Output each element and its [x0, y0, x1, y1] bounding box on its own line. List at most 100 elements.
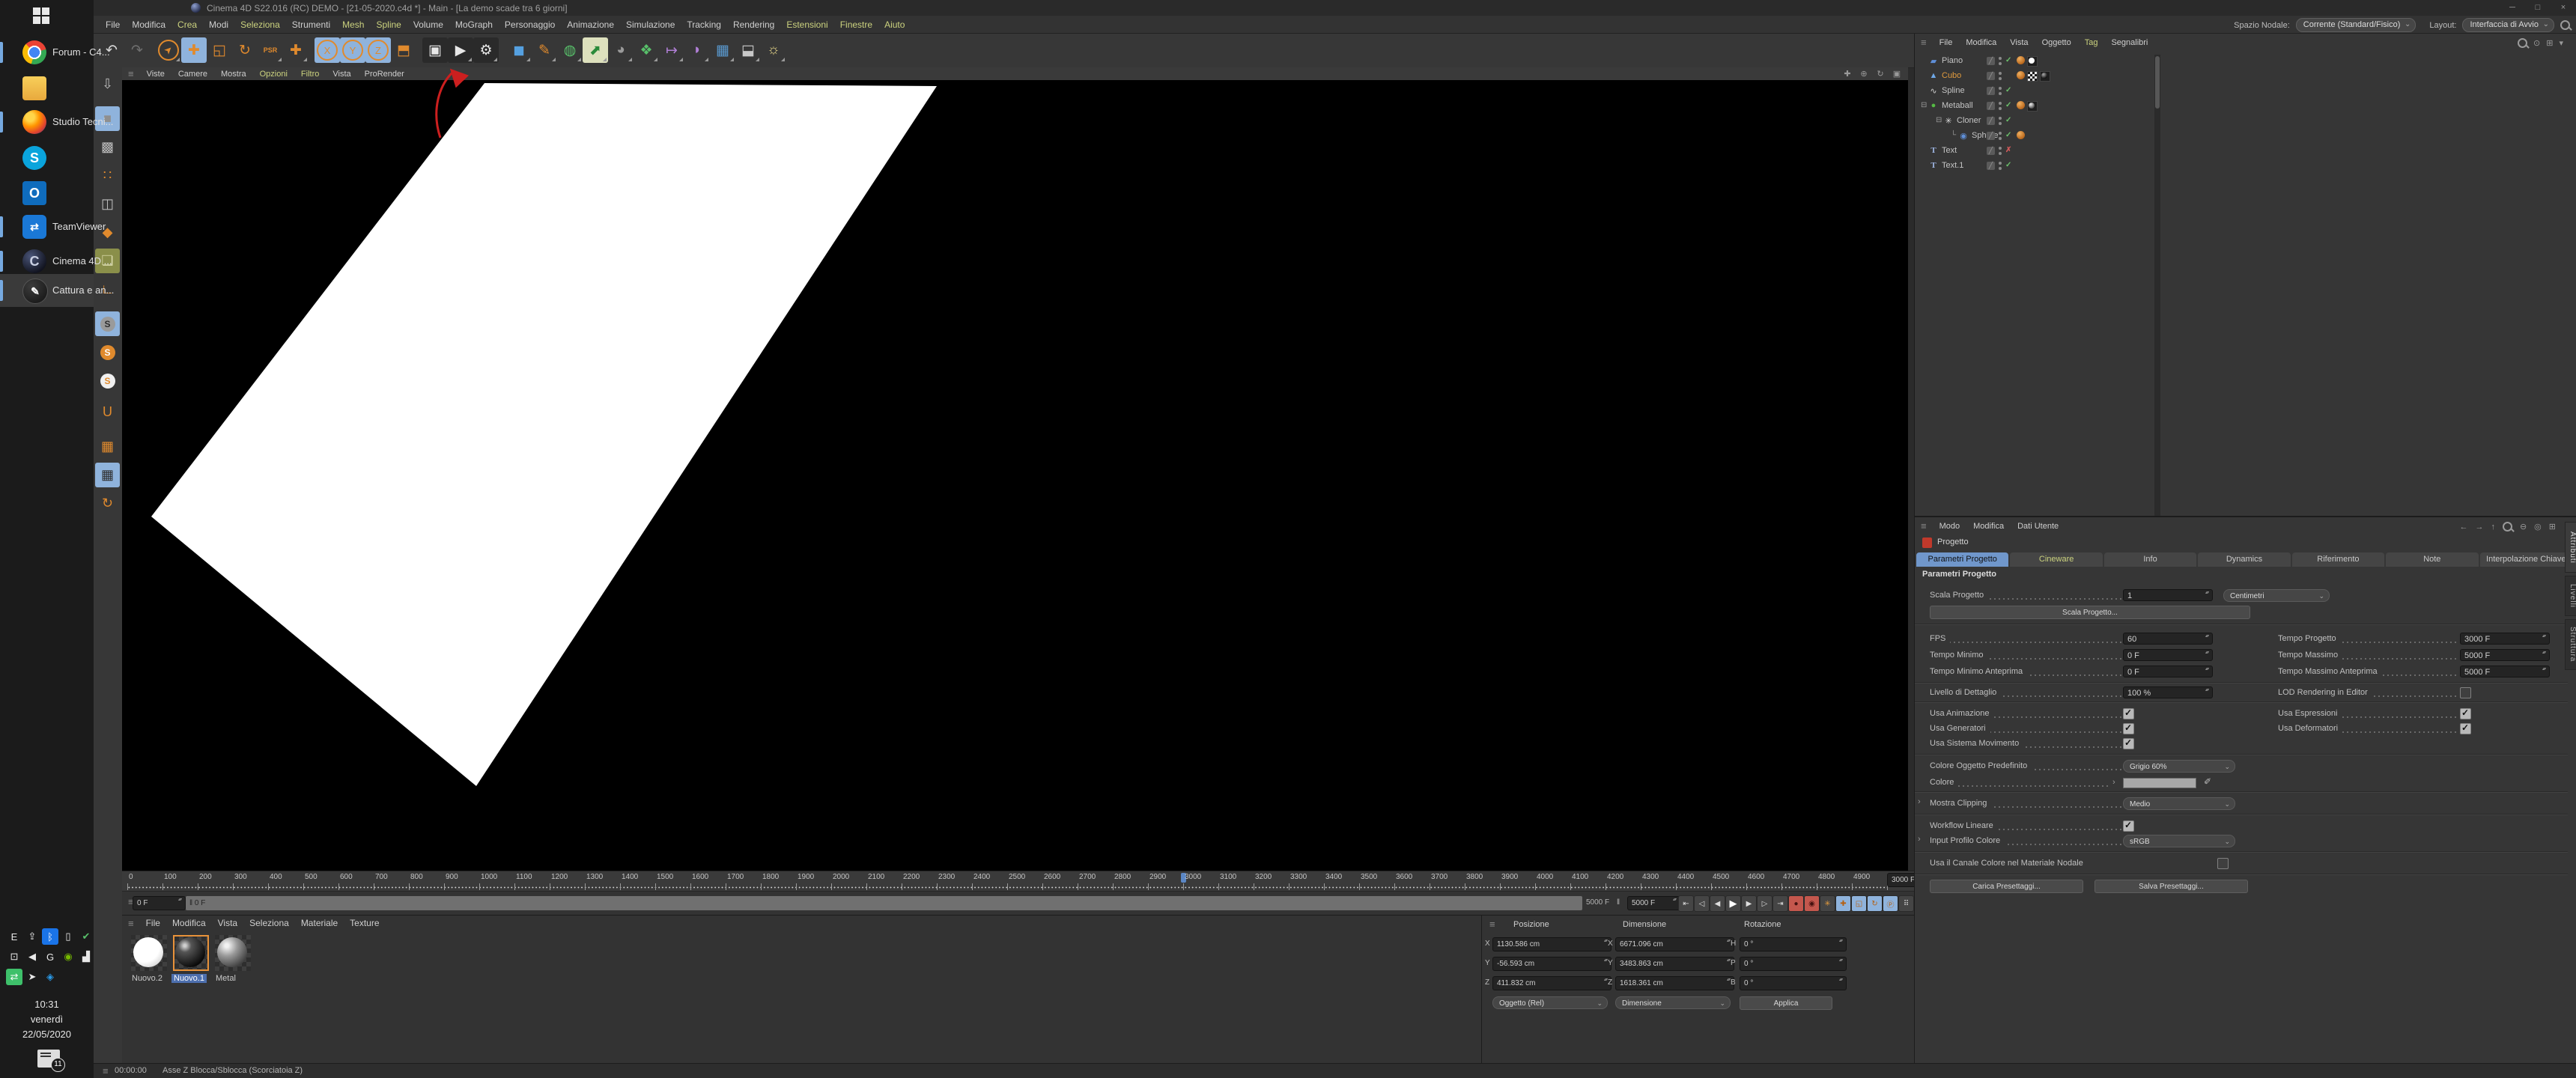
salva-presettaggi-button[interactable]: Salva Presettaggi...: [2094, 880, 2248, 893]
pos-x-field[interactable]: 1130.586 cm: [1492, 937, 1611, 951]
taskbar-clock[interactable]: 10:31 venerdì 22/05/2020: [0, 997, 94, 1042]
object-manager-menu-oggetto[interactable]: Oggetto: [2035, 38, 2078, 47]
enabled-toggle[interactable]: ✓: [2005, 56, 2011, 64]
panel-icon[interactable]: ⊞: [2546, 38, 2553, 48]
object-manager-menu-file[interactable]: File: [1933, 38, 1960, 47]
modeling-objects-button[interactable]: ◕: [608, 37, 634, 63]
enabled-toggle[interactable]: ✓: [2005, 116, 2011, 124]
tex-checker-tag-icon[interactable]: [2027, 71, 2038, 82]
keyframe-presets-button[interactable]: ✳: [1820, 895, 1835, 912]
menubar-item-tracking[interactable]: Tracking: [681, 19, 727, 30]
lock-x-axis-toggle[interactable]: X: [315, 37, 340, 63]
usa-canale-colore-checkbox[interactable]: [2217, 858, 2229, 869]
taskbar-app-teamviewer[interactable]: ⇄TeamViewer: [0, 210, 94, 243]
keyframe-rotation-toggle[interactable]: ↻: [1867, 895, 1883, 912]
subdivision-surface-button[interactable]: ◍: [557, 37, 583, 63]
menubar-item-crea[interactable]: Crea: [171, 19, 203, 30]
viewport-menu-prorender[interactable]: ProRender: [358, 70, 411, 79]
range-end-field[interactable]: 5000 F: [1627, 896, 1680, 910]
texture-mode-button[interactable]: ▩: [95, 135, 120, 159]
notification-center-icon[interactable]: 11: [37, 1050, 60, 1068]
menubar-item-file[interactable]: File: [100, 19, 126, 30]
transform-tool[interactable]: ✚: [283, 37, 309, 63]
minimize-button[interactable]: ─: [2500, 0, 2525, 16]
edge-mode-button[interactable]: ◫: [95, 192, 120, 216]
menubar-item-animazione[interactable]: Animazione: [561, 19, 620, 30]
tex-white-tag-icon[interactable]: [2027, 56, 2038, 67]
tempo-minimo-anteprima-field[interactable]: 0 F: [2123, 666, 2213, 677]
last-used-tool-psr[interactable]: PSR: [258, 37, 283, 63]
tab-info[interactable]: Info: [2104, 552, 2196, 567]
expand-chevron-icon[interactable]: ›: [1918, 835, 1921, 844]
fps-field[interactable]: 60: [2123, 633, 2213, 645]
nvidia-icon[interactable]: ◉: [60, 948, 76, 965]
layout-dropdown[interactable]: Interfaccia di Avvio: [2462, 18, 2554, 32]
dim-x-field[interactable]: 6671.096 cm: [1615, 937, 1734, 951]
expander-icon[interactable]: ⊟: [1936, 116, 1942, 124]
eyedropper-icon[interactable]: ✐: [2204, 776, 2211, 787]
panel-grip-icon[interactable]: ≡: [97, 1065, 115, 1077]
menubar-item-seleziona[interactable]: Seleziona: [234, 19, 286, 30]
tab-parametri-progetto[interactable]: Parametri Progetto: [1916, 552, 2008, 567]
tab-interpolazione-chiave[interactable]: Interpolazione Chiave: [2480, 552, 2572, 567]
layer-toggle[interactable]: ╱: [1987, 57, 1995, 65]
pointer-icon[interactable]: ➤: [24, 969, 40, 985]
object-row-metaball[interactable]: ⊟●Metaball╱✓: [1921, 100, 2565, 114]
bluetooth-icon[interactable]: ᛒ: [42, 928, 58, 945]
attribute-menu-modifica[interactable]: Modifica: [1966, 522, 2011, 531]
menubar-item-mesh[interactable]: Mesh: [336, 19, 370, 30]
tempo-minimo-field[interactable]: 0 F: [2123, 649, 2213, 661]
apply-button[interactable]: Applica: [1740, 996, 1832, 1010]
field-objects-button[interactable]: ◗: [684, 37, 710, 63]
visibility-dots[interactable]: [1999, 117, 2002, 126]
new-panel-icon[interactable]: ⊞: [2549, 522, 2556, 532]
object-manager-menu-vista[interactable]: Vista: [2003, 38, 2035, 47]
material-thumb-nuovo-2[interactable]: [131, 935, 167, 971]
phong-tag-icon[interactable]: [2017, 131, 2025, 139]
layer-toggle[interactable]: ╱: [1987, 117, 1995, 125]
tab-note[interactable]: Note: [2386, 552, 2478, 567]
workplane-button[interactable]: ▦: [95, 434, 120, 459]
material-label[interactable]: Nuovo.1: [171, 974, 207, 983]
object-row-text[interactable]: TText╱✗: [1921, 144, 2565, 159]
autokeying-button[interactable]: ◉: [1804, 895, 1820, 912]
object-row-cloner[interactable]: ⊟✳Cloner╱✓: [1921, 115, 2565, 129]
scala-progetto-button[interactable]: Scala Progetto...: [1930, 606, 2250, 619]
rot-b-field[interactable]: 0 °: [1740, 976, 1847, 990]
visibility-dots[interactable]: [1999, 87, 2002, 96]
materials-menu-materiale[interactable]: Materiale: [295, 918, 344, 928]
go-to-next-key-button[interactable]: ▷: [1757, 895, 1772, 912]
range-start-handle[interactable]: ‖: [189, 899, 195, 907]
generator-button[interactable]: ⬈: [583, 37, 608, 63]
search-icon[interactable]: [2518, 38, 2527, 48]
enabled-toggle[interactable]: ✓: [2005, 86, 2011, 94]
start-button[interactable]: [33, 7, 49, 24]
viewport-menu-mostra[interactable]: Mostra: [214, 70, 253, 79]
livello-dettaglio-field[interactable]: 100 %: [2123, 686, 2213, 698]
menubar-item-modifica[interactable]: Modifica: [126, 19, 171, 30]
phong-tag-icon[interactable]: [2017, 71, 2025, 79]
go-to-previous-frame-button[interactable]: ◀: [1710, 895, 1725, 912]
play-button[interactable]: ▶: [1725, 895, 1741, 912]
dimension-mode-dropdown[interactable]: Dimensione: [1615, 996, 1731, 1009]
expand-chevron-icon[interactable]: ›: [1918, 797, 1921, 806]
menubar-item-volume[interactable]: Volume: [407, 19, 449, 30]
panel-grip-icon[interactable]: ≡: [1915, 520, 1933, 532]
panel-grip-icon[interactable]: ≡: [122, 918, 140, 929]
viewport-menu-viste[interactable]: Viste: [140, 70, 171, 79]
search-icon[interactable]: [2560, 20, 2570, 30]
tab-cineware[interactable]: Cineware: [2010, 552, 2102, 567]
menubar-item-finestre[interactable]: Finestre: [834, 19, 878, 30]
viewport-menu-camere[interactable]: Camere: [171, 70, 214, 79]
record-keyframe-button[interactable]: ●: [1788, 895, 1804, 912]
viewport-menu-opzioni[interactable]: Opzioni: [253, 70, 294, 79]
usa-espressioni-checkbox[interactable]: [2460, 708, 2471, 719]
enable-snap-button[interactable]: U: [95, 400, 120, 424]
logitech-icon[interactable]: G: [42, 948, 58, 965]
layer-toggle[interactable]: ╱: [1987, 87, 1995, 95]
go-to-end-button[interactable]: ⇥: [1772, 895, 1788, 912]
scala-progetto-field[interactable]: 1: [2123, 589, 2213, 601]
keyframe-parameter-toggle[interactable]: Ⓟ: [1883, 895, 1898, 912]
scala-unit-dropdown[interactable]: Centimetri: [2223, 589, 2330, 602]
mostra-clipping-dropdown[interactable]: Medio: [2123, 797, 2235, 810]
